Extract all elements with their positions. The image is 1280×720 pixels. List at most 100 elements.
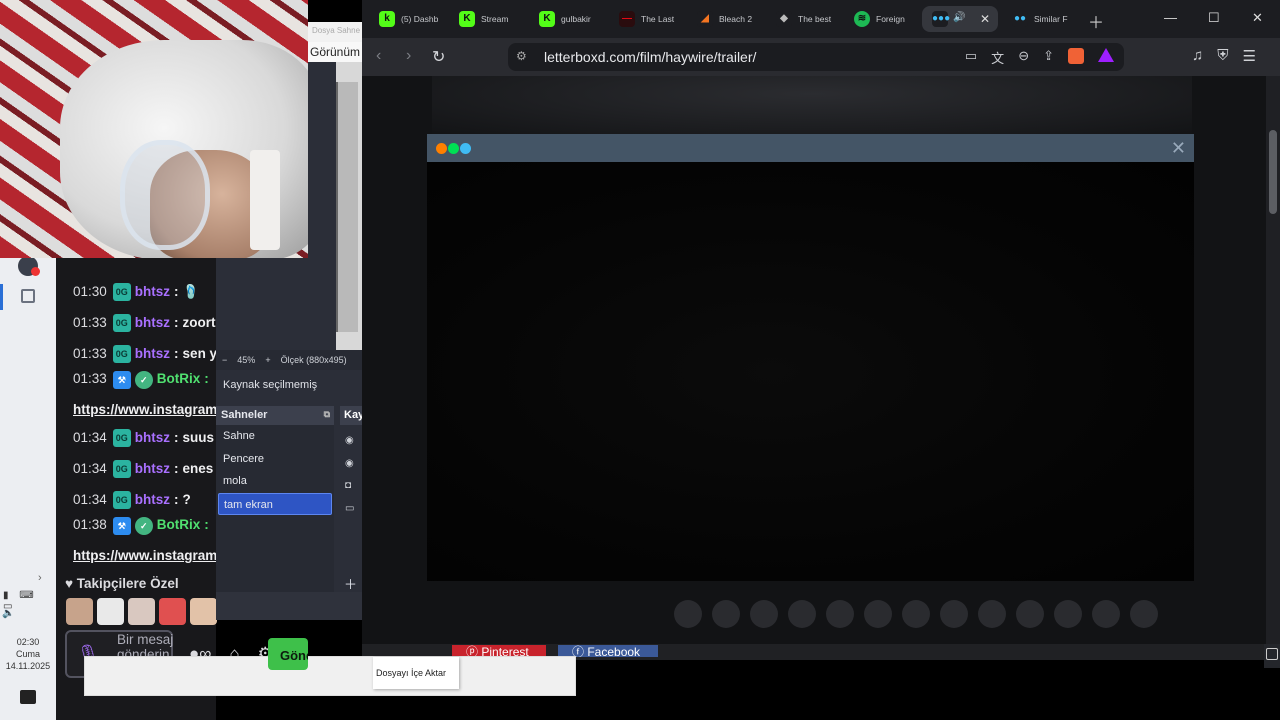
avatar[interactable] xyxy=(902,600,930,628)
emote-icon[interactable] xyxy=(159,598,186,625)
obs-bottom-strip xyxy=(216,592,362,620)
taskbar-window-icon[interactable] xyxy=(21,289,35,303)
message-username[interactable]: BotRix xyxy=(157,371,201,386)
speaker-icon[interactable]: 🔊 xyxy=(953,12,965,23)
avatar[interactable] xyxy=(1016,600,1044,628)
modal-header: ✕ xyxy=(427,134,1194,162)
avatar[interactable] xyxy=(674,600,702,628)
message-time: 01:33 xyxy=(73,346,107,361)
toolbar-right-icons: ♫ ⛨ ☰ xyxy=(1192,47,1256,65)
chat-bubble-icon[interactable] xyxy=(1266,648,1278,660)
new-tab-button[interactable]: ＋ xyxy=(1088,9,1104,33)
message-username[interactable]: BotRix xyxy=(157,517,201,532)
tab[interactable]: Kgulbakir xyxy=(539,6,613,32)
brave-shields-icon[interactable] xyxy=(1068,48,1084,64)
brave-rewards-icon[interactable] xyxy=(1098,48,1114,62)
tab[interactable]: ≋ Foreign xyxy=(854,6,928,32)
browser-source-icon[interactable]: ◉ xyxy=(345,453,354,476)
address-bar[interactable]: ⚙ letterboxd.com/film/haywire/trailer/ ▭… xyxy=(508,43,1124,71)
cast-icon[interactable]: ▭ xyxy=(965,48,977,67)
desktop: › ▮ ⌨ ▭ 🔈 02:30 Cuma 14.11.2025 01:30 0G… xyxy=(0,0,1280,720)
minimize-icon[interactable]: — xyxy=(1164,10,1177,25)
undock-icon[interactable]: ⧉ xyxy=(324,409,330,420)
zoom-out-button[interactable]: − xyxy=(222,355,227,365)
close-icon[interactable]: ✕ xyxy=(1171,138,1186,159)
chevron-right-icon[interactable]: › xyxy=(38,572,42,584)
obs-preview[interactable] xyxy=(336,62,362,352)
scene-item-active[interactable]: tam ekran xyxy=(218,492,332,515)
tab[interactable]: K Stream xyxy=(459,6,533,32)
tab[interactable]: ◢ Bleach 2 xyxy=(697,6,771,32)
scene-item[interactable]: Sahne xyxy=(216,425,334,448)
taskbar-app-icon[interactable] xyxy=(18,256,40,276)
message-username[interactable]: bhtsz xyxy=(135,492,170,507)
emote-icon[interactable] xyxy=(190,598,217,625)
media-icon[interactable]: ♫ xyxy=(1192,47,1203,65)
tab[interactable]: ◆ The best xyxy=(776,6,850,32)
avatar[interactable] xyxy=(940,600,968,628)
subscriber-badge-icon: 0G xyxy=(112,459,131,478)
netflix-icon: — xyxy=(619,11,635,27)
message-username[interactable]: bhtsz xyxy=(135,346,170,361)
close-tab-icon[interactable]: ✕ xyxy=(980,12,990,26)
forward-icon[interactable]: › xyxy=(406,47,411,65)
zoom-icon[interactable]: ⊖ xyxy=(1018,48,1029,67)
avatar[interactable] xyxy=(1092,600,1120,628)
back-icon[interactable]: ‹ xyxy=(376,47,381,65)
volume-icon[interactable]: 🔈 xyxy=(2,608,14,619)
scenes-header: Sahneler ⧉ xyxy=(216,406,334,425)
emote-icon[interactable] xyxy=(66,598,93,625)
tab-bar: k (5) Dashb K Stream Kgulbakir — The Last ◢… xyxy=(362,0,1280,38)
tab-active[interactable]: ●●● 🔊 ✕ xyxy=(922,6,998,32)
page-scrollbar[interactable] xyxy=(1266,76,1280,644)
reload-icon[interactable]: ↻ xyxy=(432,47,445,67)
avatar[interactable] xyxy=(864,600,892,628)
letterboxd-icon: ●●● xyxy=(932,11,950,27)
message-username[interactable]: bhtsz xyxy=(135,315,170,330)
scene-item[interactable]: mola xyxy=(216,470,334,493)
maximize-icon[interactable]: ☐ xyxy=(1208,10,1220,26)
message-username[interactable]: bhtsz xyxy=(135,284,170,299)
scrollbar-thumb[interactable] xyxy=(1269,130,1277,214)
scale-label: Ölçek (880x495) xyxy=(280,355,347,365)
monitor-icon[interactable]: ▭ xyxy=(345,498,354,521)
avatar[interactable] xyxy=(750,600,778,628)
message-username[interactable]: bhtsz xyxy=(135,461,170,476)
notification-center-icon[interactable] xyxy=(20,690,36,704)
close-window-icon[interactable]: ✕ xyxy=(1252,10,1263,26)
tab[interactable]: ●● Similar F xyxy=(1012,6,1082,32)
site-settings-icon[interactable]: ⚙ xyxy=(516,49,527,63)
message-time: 01:34 xyxy=(73,492,107,507)
url-text[interactable]: letterboxd.com/film/haywire/trailer/ xyxy=(544,49,756,65)
zoom-in-button[interactable]: + xyxy=(265,355,270,365)
menu-icon[interactable]: ☰ xyxy=(1243,47,1256,65)
add-source-icon[interactable]: ＋ xyxy=(344,574,357,593)
trailer-video-player[interactable] xyxy=(427,162,1194,581)
tab[interactable]: — The Last xyxy=(619,6,693,32)
translate-icon[interactable]: 文 xyxy=(991,48,1004,67)
menu-view[interactable]: Görünüm xyxy=(308,42,362,62)
send-button[interactable]: Gönder xyxy=(268,638,308,670)
obs-menu-hint: Dosya Sahne xyxy=(308,22,362,42)
verified-badge-icon: ✓ xyxy=(134,371,153,389)
message-username[interactable]: bhtsz xyxy=(135,430,170,445)
browser-source-icon[interactable]: ◉ xyxy=(345,430,354,453)
browser-toolbar: ‹ › ↻ ⚙ letterboxd.com/film/haywire/trai… xyxy=(362,38,1280,76)
share-icon[interactable]: ⇪ xyxy=(1043,48,1054,67)
import-file-menu-item[interactable]: Dosyayı İçe Aktar xyxy=(373,657,459,689)
scene-item[interactable]: Pencere xyxy=(216,448,334,471)
avatar[interactable] xyxy=(978,600,1006,628)
vpn-shield-icon[interactable]: ⛨ xyxy=(1217,47,1228,65)
camera-icon[interactable]: ◘ xyxy=(345,475,354,498)
tab[interactable]: k (5) Dashb xyxy=(379,6,453,32)
emote-icon[interactable] xyxy=(128,598,155,625)
avatar[interactable] xyxy=(1054,600,1082,628)
message-time: 01:30 xyxy=(73,284,107,299)
avatar[interactable] xyxy=(712,600,740,628)
avatar[interactable] xyxy=(826,600,854,628)
emote-icon[interactable] xyxy=(97,598,124,625)
taskbar-clock[interactable]: 02:30 Cuma 14.11.2025 xyxy=(0,636,56,672)
avatar[interactable] xyxy=(788,600,816,628)
avatar[interactable] xyxy=(1130,600,1158,628)
moderator-badge-icon: ⚒ xyxy=(112,371,131,389)
